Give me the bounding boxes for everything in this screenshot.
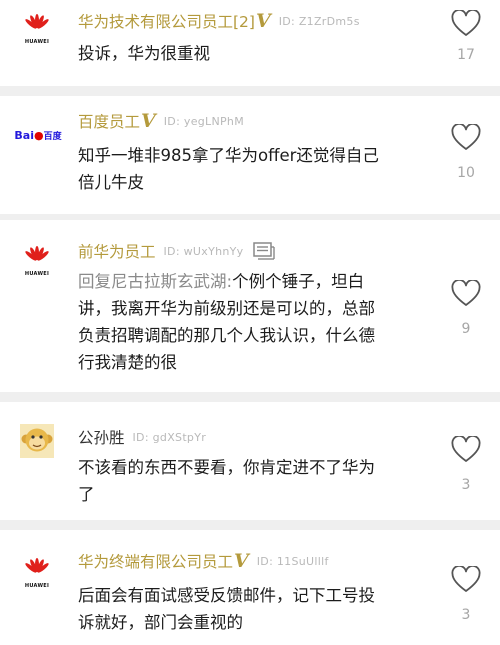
like-count: 17 <box>457 47 475 63</box>
like-count: 9 <box>461 321 471 337</box>
like-count: 10 <box>457 165 475 181</box>
like-button[interactable]: 17 <box>448 10 484 63</box>
like-button[interactable]: 3 <box>448 436 484 493</box>
comment-line: 诉就好，部门会重视的 <box>78 613 243 632</box>
comment-feed: HUAWEI 华为技术有限公司员工[2] V ID: Z1ZrDm5s 投诉，华… <box>0 0 500 645</box>
username[interactable]: 百度员工 V ID: yegLNPhM <box>78 110 244 132</box>
avatar[interactable]: HUAWEI <box>20 12 54 46</box>
comment-line: 知乎一堆非985拿了华为offer还觉得自己 <box>78 146 379 165</box>
comment-card: HUAWEI 华为技术有限公司员工[2] V ID: Z1ZrDm5s 投诉，华… <box>0 0 500 86</box>
baidu-logo-icon: Bai●百度 <box>14 128 62 142</box>
username[interactable]: 华为技术有限公司员工[2] V ID: Z1ZrDm5s <box>78 10 360 32</box>
comment-card: HUAWEI 华为终端有限公司员工 V ID: 11SuUlllf 后面会有面试… <box>0 530 500 645</box>
username[interactable]: 前华为员工 ID: wUxYhnYy <box>78 240 276 262</box>
username-text: 前华为员工 <box>78 243 156 261</box>
heart-icon <box>451 124 481 150</box>
comment-line: 了 <box>78 485 95 504</box>
verified-badge: V <box>141 110 156 132</box>
comment-line: 倍儿牛皮 <box>78 173 144 192</box>
user-id: ID: 11SuUlllf <box>256 554 329 568</box>
like-button[interactable]: 3 <box>448 566 484 623</box>
username-text: 华为终端有限公司员工 <box>78 553 234 571</box>
username-text: 公孙胜 <box>78 429 125 447</box>
username-text: 百度员工 <box>78 113 141 131</box>
comment-text: 投诉，华为很重视 <box>78 40 433 67</box>
logo-text: HUAWEI <box>24 583 50 589</box>
comment-card: HUAWEI 前华为员工 ID: wUxYhnYy 回复尼古拉斯玄武湖:个例个锤… <box>0 220 500 392</box>
comment-line: 行我清楚的很 <box>78 353 177 372</box>
user-id: ID: wUxYhnYy <box>163 244 244 258</box>
comment-card: 公孙胜 ID: gdXStpYr 不该看的东西不要看，你肯定进不了华为 了 3 <box>0 402 500 520</box>
huawei-logo-icon: HUAWEI <box>22 245 52 277</box>
logo-text: HUAWEI <box>24 271 50 277</box>
heart-icon <box>451 436 481 462</box>
user-id: ID: gdXStpYr <box>132 430 207 444</box>
document-icon[interactable] <box>253 242 276 260</box>
comment-text: 不该看的东西不要看，你肯定进不了华为 了 <box>78 454 433 508</box>
username[interactable]: 公孙胜 ID: gdXStpYr <box>78 426 206 448</box>
logo-text: HUAWEI <box>24 39 50 45</box>
avatar[interactable]: HUAWEI <box>20 244 54 278</box>
comment-line: 不该看的东西不要看，你肯定进不了华为 <box>78 458 375 477</box>
reply-prefix[interactable]: 回复尼古拉斯玄武湖: <box>78 272 232 291</box>
user-id: ID: Z1ZrDm5s <box>278 14 360 28</box>
comment-line: 投诉，华为很重视 <box>78 44 210 63</box>
comment-line: 讲，我离开华为前级别还是可以的，总部 <box>78 299 375 318</box>
user-id: ID: yegLNPhM <box>163 114 244 128</box>
verified-badge: V <box>234 550 249 572</box>
like-count: 3 <box>461 607 471 623</box>
username-text: 华为技术有限公司员工[2] <box>78 13 255 31</box>
avatar[interactable]: Bai●百度 <box>14 118 62 152</box>
heart-icon <box>451 10 481 36</box>
comment-text: 回复尼古拉斯玄武湖:个例个锤子，坦白 讲，我离开华为前级别还是可以的，总部 负责… <box>78 268 433 376</box>
avatar[interactable]: HUAWEI <box>20 556 54 590</box>
comment-line: 后面会有面试感受反馈邮件，记下工号投 <box>78 586 375 605</box>
avatar[interactable] <box>20 424 54 458</box>
comment-line: 回复尼古拉斯玄武湖:个例个锤子，坦白 <box>78 272 365 291</box>
comment-text: 知乎一堆非985拿了华为offer还觉得自己 倍儿牛皮 <box>78 142 433 196</box>
comment-text: 后面会有面试感受反馈邮件，记下工号投 诉就好，部门会重视的 <box>78 582 433 636</box>
like-button[interactable]: 9 <box>448 280 484 337</box>
monkey-avatar-icon <box>20 424 54 458</box>
username[interactable]: 华为终端有限公司员工 V ID: 11SuUlllf <box>78 550 329 572</box>
comment-line: 负责招聘调配的那几个人我认识，什么德 <box>78 326 375 345</box>
like-button[interactable]: 10 <box>448 124 484 181</box>
huawei-logo-icon: HUAWEI <box>22 557 52 589</box>
heart-icon <box>451 280 481 306</box>
huawei-logo-icon: HUAWEI <box>22 13 52 45</box>
verified-badge: V <box>255 10 271 32</box>
heart-icon <box>451 566 481 592</box>
like-count: 3 <box>461 477 471 493</box>
comment-card: Bai●百度 百度员工 V ID: yegLNPhM 知乎一堆非985拿了华为o… <box>0 96 500 214</box>
